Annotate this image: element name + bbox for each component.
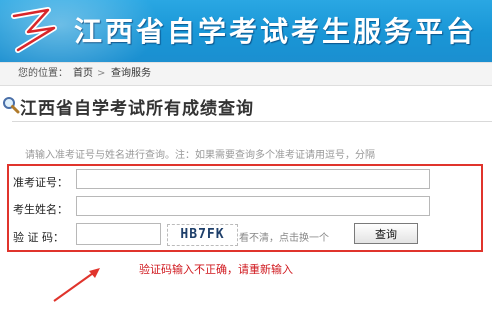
breadcrumb: 您的位置： 首页 > 查询服务 (0, 62, 492, 86)
captcha-input[interactable] (76, 223, 161, 245)
ticket-number-input[interactable] (76, 169, 430, 189)
annotation-arrow-icon (53, 268, 100, 302)
section-title: 江西省自学考试所有成绩查询 (20, 99, 254, 119)
candidate-name-input[interactable] (76, 196, 430, 216)
query-button[interactable]: 查询 (354, 223, 418, 244)
site-title: 江西省自学考试考生服务平台 (74, 15, 478, 48)
breadcrumb-current: 查询服务 (111, 68, 151, 79)
captcha-error-message: 验证码输入不正确，请重新输入 (139, 263, 293, 276)
captcha-label: 验 证 码： (13, 231, 64, 244)
ticket-number-label: 准考证号： (13, 176, 68, 189)
breadcrumb-home-link[interactable]: 首页 (73, 63, 93, 85)
site-header-banner: 江西省自学考试考生服务平台 (0, 0, 492, 62)
breadcrumb-label: 您的位置： (18, 68, 68, 79)
candidate-name-label: 考生姓名： (13, 203, 68, 216)
instruction-text: 请输入准考证号与姓名进行查询。注：如果需要查询多个准考证请用逗号，分隔 (25, 150, 375, 161)
refresh-captcha-link[interactable]: 看不清，点击换一个 (239, 229, 329, 244)
zigzag-logo-icon (11, 7, 57, 53)
title-divider (12, 121, 492, 122)
magnifier-icon (3, 97, 20, 114)
breadcrumb-separator: > (97, 68, 106, 79)
captcha-image[interactable]: HB7FK (167, 224, 238, 246)
